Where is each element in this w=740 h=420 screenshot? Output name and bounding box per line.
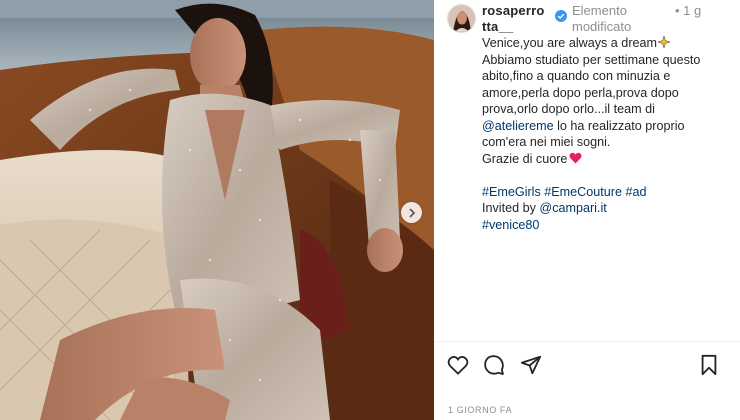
- red-heart-emoji-icon: [569, 152, 582, 163]
- post-time-short: • 1 g: [675, 3, 702, 18]
- hashtag-venice80-link[interactable]: #venice80: [482, 217, 722, 234]
- sparkle-emoji-icon: [657, 35, 671, 49]
- verified-badge-icon: [555, 10, 567, 22]
- post-date: 1 GIORNO FA: [448, 405, 513, 415]
- hashtags-link[interactable]: #EmeGirls #EmeCouture #ad: [482, 184, 722, 201]
- chevron-right-icon: [408, 207, 415, 218]
- heart-icon: [447, 355, 469, 375]
- post-panel: rosaperrotta__ Elemento modificato • 1 g…: [434, 0, 740, 420]
- caption-line-1: Venice,you are always a dream: [482, 35, 722, 52]
- post-photo[interactable]: [0, 0, 434, 420]
- share-button[interactable]: [518, 352, 544, 378]
- username-link[interactable]: rosaperrotta__: [482, 3, 548, 35]
- edited-status: Elemento modificato: [572, 3, 632, 34]
- caption-thanks: Grazie di cuore: [482, 151, 722, 168]
- divider: [434, 341, 740, 342]
- comment-button[interactable]: [481, 352, 507, 378]
- post-image: [0, 0, 434, 420]
- avatar-image: [448, 5, 475, 32]
- action-bar: [434, 352, 740, 380]
- caption-paragraph: Abbiamo studiato per settimane questo ab…: [482, 52, 722, 151]
- thanks-text: Grazie di cuore: [482, 151, 568, 166]
- caption-body: Abbiamo studiato per settimane questo ab…: [482, 52, 701, 117]
- invited-by: Invited by @campari.it: [482, 200, 722, 217]
- mention-ateliereme-link[interactable]: @ateliereme: [482, 119, 554, 133]
- avatar[interactable]: [447, 4, 476, 33]
- invited-prefix: Invited by: [482, 201, 540, 215]
- caption-title: Venice,you are always a dream: [482, 36, 658, 50]
- like-button[interactable]: [445, 352, 471, 378]
- next-photo-button[interactable]: [401, 202, 422, 223]
- paper-plane-icon: [520, 355, 542, 375]
- caption: Venice,you are always a dream Abbiamo st…: [482, 35, 722, 233]
- save-button[interactable]: [696, 352, 722, 378]
- mention-campari-link[interactable]: @campari.it: [539, 201, 606, 215]
- bookmark-icon: [701, 354, 717, 376]
- comment-icon: [484, 355, 504, 375]
